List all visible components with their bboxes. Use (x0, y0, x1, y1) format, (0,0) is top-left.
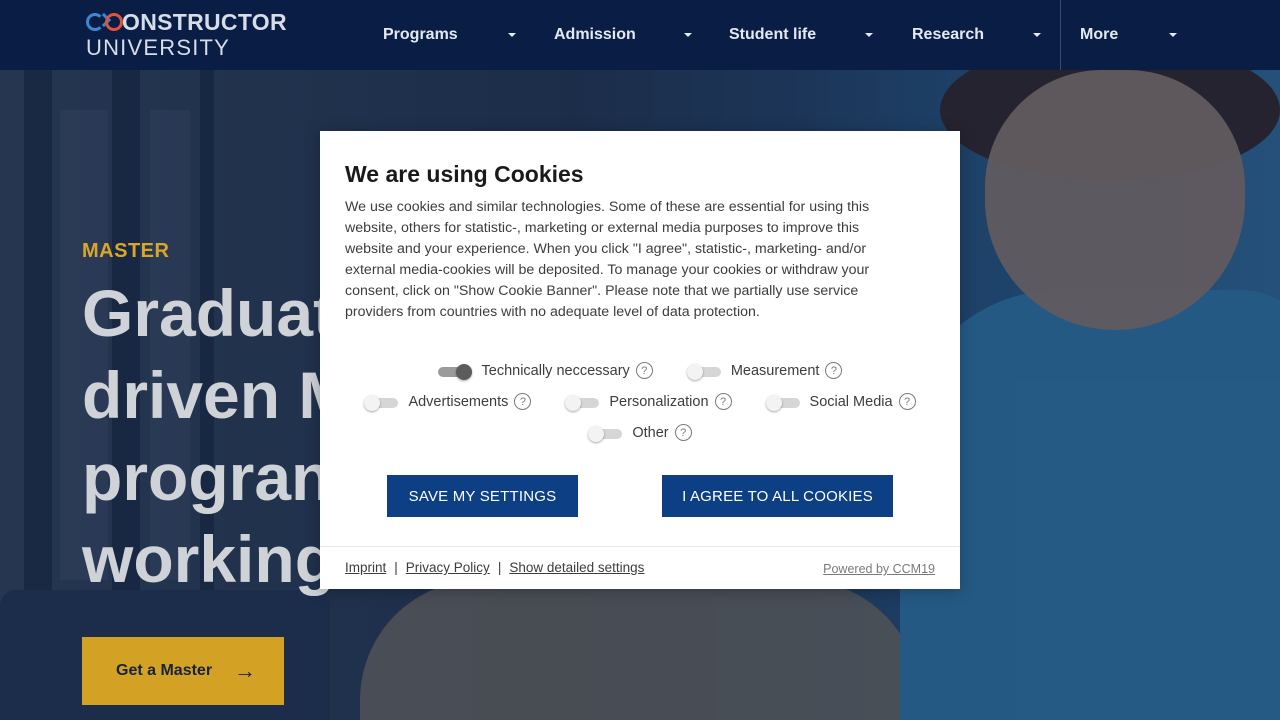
toggle-switch[interactable] (765, 394, 800, 411)
help-icon[interactable]: ? (714, 393, 732, 410)
help-icon[interactable]: ? (898, 393, 916, 410)
agree-all-cookies-button[interactable]: I AGREE TO ALL COOKIES (662, 475, 893, 517)
logo-sub-text: UNIVERSITY (86, 35, 231, 60)
chevron-down-icon (1033, 33, 1041, 37)
arrow-right-icon: → (234, 658, 256, 683)
toggle-label: Technically neccessary (481, 362, 630, 379)
toggle-label: Personalization (609, 393, 709, 410)
nav-more-label: More (1080, 26, 1119, 43)
help-icon[interactable]: ? (635, 362, 653, 379)
nav-admission-label: Admission (554, 26, 636, 43)
toggle-measurement[interactable]: Measurement ? (686, 362, 843, 380)
nav-student-life-label: Student life (729, 26, 817, 43)
toggle-social-media[interactable]: Social Media ? (765, 393, 916, 411)
toggle-label: Other (632, 424, 669, 441)
toggle-personalization[interactable]: Personalization ? (565, 393, 732, 411)
nav-programs[interactable]: Programs (383, 0, 554, 70)
logo-mark-icon (86, 12, 123, 32)
toggle-label: Measurement (730, 362, 820, 379)
help-icon[interactable]: ? (674, 424, 692, 441)
nav-research-label: Research (912, 26, 985, 43)
cookie-dialog-body: We use cookies and similar technologies.… (345, 199, 870, 320)
nav-divider (1060, 0, 1061, 70)
toggle-switch[interactable] (686, 363, 721, 380)
help-icon[interactable]: ? (825, 362, 843, 379)
dialog-divider (320, 546, 960, 547)
toggle-advertisements[interactable]: Advertisements ? (364, 393, 532, 411)
chevron-down-icon (865, 33, 873, 37)
toggle-switch[interactable] (364, 394, 399, 411)
toggle-switch[interactable] (437, 363, 472, 380)
toggle-label: Advertisements (408, 393, 509, 410)
privacy-policy-link[interactable]: Privacy Policy (406, 560, 490, 575)
get-a-master-button[interactable]: Get a Master → (82, 637, 284, 705)
link-separator: | (497, 560, 502, 575)
link-separator: | (394, 560, 398, 575)
chevron-down-icon (1169, 33, 1177, 37)
nav-more[interactable]: More (1080, 0, 1200, 70)
cookie-consent-dialog: We are using Cookies We use cookies and … (320, 131, 960, 589)
show-detailed-settings-link[interactable]: Show detailed settings (509, 560, 644, 575)
toggle-switch[interactable] (588, 425, 623, 442)
toggle-other[interactable]: Other ? (588, 424, 692, 442)
cta-label: Get a Master (116, 662, 213, 679)
chevron-down-icon (508, 33, 516, 37)
toggle-technically-necessary[interactable]: Technically neccessary ? (437, 362, 653, 380)
hero-category-label: MASTER (82, 240, 170, 262)
nav-admission[interactable]: Admission (554, 0, 729, 70)
logo-brand-text: ONSTRUCTOR (122, 9, 287, 35)
constructor-university-logo[interactable]: ONSTRUCTOR UNIVERSITY (86, 10, 306, 60)
save-my-settings-button[interactable]: SAVE MY SETTINGS (387, 475, 578, 517)
nav-research[interactable]: Research (912, 0, 1080, 70)
cookie-dialog-title: We are using Cookies (345, 161, 584, 187)
powered-by-link[interactable]: Powered by CCM19 (823, 562, 935, 576)
nav-programs-label: Programs (383, 26, 458, 43)
imprint-link[interactable]: Imprint (345, 560, 386, 575)
toggle-label: Social Media (809, 393, 893, 410)
site-header: ONSTRUCTOR UNIVERSITY Programs Admission… (0, 0, 1280, 70)
nav-student-life[interactable]: Student life (729, 0, 912, 70)
chevron-down-icon (684, 33, 692, 37)
toggle-switch[interactable] (565, 394, 600, 411)
main-nav: Programs Admission Student life Research… (383, 0, 1200, 70)
help-icon[interactable]: ? (514, 393, 532, 410)
cookie-footer-links: Imprint | Privacy Policy | Show detailed… (345, 560, 644, 575)
